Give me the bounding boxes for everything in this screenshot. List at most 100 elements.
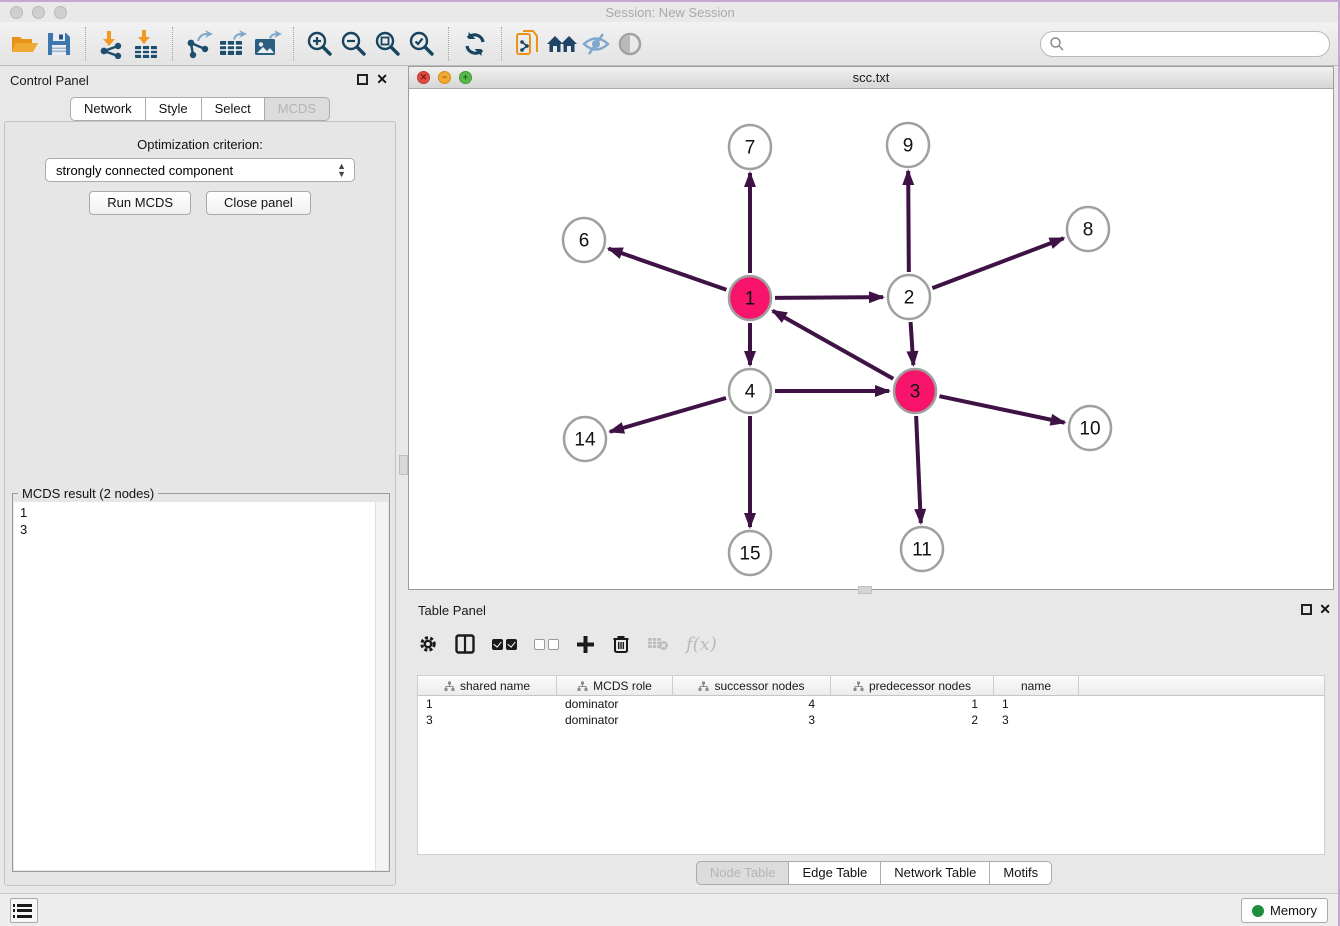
node-10[interactable]: 10 xyxy=(1069,406,1111,450)
tab-style[interactable]: Style xyxy=(145,97,202,121)
tab-motifs[interactable]: Motifs xyxy=(989,861,1052,885)
settings-gear-icon[interactable] xyxy=(418,634,438,654)
tab-select[interactable]: Select xyxy=(201,97,265,121)
cell-predecessor-nodes[interactable]: 2 xyxy=(831,713,994,727)
search-box[interactable] xyxy=(1040,31,1330,57)
node-7[interactable]: 7 xyxy=(729,125,771,169)
memory-label: Memory xyxy=(1270,903,1317,918)
mcds-result-list[interactable]: 1 3 xyxy=(14,502,375,870)
vertical-splitter-handle[interactable] xyxy=(399,455,408,475)
split-view-icon[interactable] xyxy=(455,634,475,654)
column-header-MCDS-role[interactable]: MCDS role xyxy=(557,676,673,696)
cell-successor-nodes[interactable]: 4 xyxy=(673,697,831,711)
delete-column-icon[interactable] xyxy=(612,634,630,654)
search-input[interactable] xyxy=(1065,34,1329,54)
column-header-name[interactable]: name xyxy=(994,676,1079,696)
node-4[interactable]: 4 xyxy=(729,369,771,413)
control-panel: Control Panel ✕ NetworkStyleSelectMCDS O… xyxy=(0,66,400,893)
close-panel-icon[interactable]: ✕ xyxy=(376,72,388,86)
horizontal-splitter-handle[interactable] xyxy=(858,586,872,594)
cell-MCDS-role[interactable]: dominator xyxy=(557,713,673,727)
tab-network-table[interactable]: Network Table xyxy=(880,861,990,885)
node-table[interactable]: shared nameMCDS rolesuccessor nodesprede… xyxy=(417,675,1325,855)
node-table-header: shared nameMCDS rolesuccessor nodesprede… xyxy=(418,676,1324,696)
edge-3-10[interactable] xyxy=(939,396,1064,422)
sort-tree-icon xyxy=(577,681,588,692)
node-label: 15 xyxy=(739,544,760,565)
zoom-selected-icon[interactable] xyxy=(405,27,439,61)
add-column-icon[interactable] xyxy=(576,635,595,654)
refresh-layout-icon[interactable] xyxy=(458,27,492,61)
node-8[interactable]: 8 xyxy=(1067,207,1109,251)
close-table-panel-icon[interactable]: ✕ xyxy=(1319,602,1331,616)
node-label: 11 xyxy=(912,540,932,561)
vertical-splitter[interactable] xyxy=(400,66,408,893)
edge-3-11[interactable] xyxy=(916,416,921,523)
select-all-columns-icon[interactable] xyxy=(492,639,517,650)
gray-eye-icon[interactable] xyxy=(613,27,647,61)
tab-mcds[interactable]: MCDS xyxy=(264,97,330,121)
open-session-icon[interactable] xyxy=(8,27,42,61)
result-scrollbar[interactable] xyxy=(375,502,388,870)
cell-shared-name[interactable]: 1 xyxy=(418,697,557,711)
edge-2-9[interactable] xyxy=(908,171,909,272)
cell-predecessor-nodes[interactable]: 1 xyxy=(831,697,994,711)
tab-node-table[interactable]: Node Table xyxy=(696,861,790,885)
node-9[interactable]: 9 xyxy=(887,123,929,167)
node-14[interactable]: 14 xyxy=(564,417,606,461)
control-panel-title: Control Panel xyxy=(10,73,89,88)
cell-MCDS-role[interactable]: dominator xyxy=(557,697,673,711)
edge-1-6[interactable] xyxy=(609,249,727,290)
window-border-top xyxy=(0,0,1340,2)
memory-button[interactable]: Memory xyxy=(1241,898,1328,923)
network-canvas[interactable]: 7 9 6 8 1 2 4 3 14 10 15 11 xyxy=(409,89,1333,589)
edge-4-14[interactable] xyxy=(610,398,726,432)
tab-network[interactable]: Network xyxy=(70,97,146,121)
export-table-icon[interactable] xyxy=(216,27,250,61)
hide-glyph-icon[interactable] xyxy=(579,27,613,61)
save-session-icon[interactable] xyxy=(42,27,76,61)
float-panel-icon[interactable] xyxy=(357,74,368,85)
node-11[interactable]: 11 xyxy=(901,527,943,571)
column-header-predecessor-nodes[interactable]: predecessor nodes xyxy=(831,676,994,696)
mcds-result-title: MCDS result (2 nodes) xyxy=(18,486,158,501)
node-label: 6 xyxy=(579,231,590,252)
run-mcds-button[interactable]: Run MCDS xyxy=(89,191,191,215)
cell-name[interactable]: 3 xyxy=(994,713,1079,727)
float-table-panel-icon[interactable] xyxy=(1301,604,1312,615)
node-2[interactable]: 2 xyxy=(888,275,930,319)
export-network-icon[interactable] xyxy=(182,27,216,61)
network-graph[interactable]: 7 9 6 8 1 2 4 3 14 10 15 11 xyxy=(409,89,1333,589)
edge-2-8[interactable] xyxy=(932,238,1063,288)
node-3[interactable]: 3 xyxy=(894,369,936,413)
node-1[interactable]: 1 xyxy=(729,276,771,320)
network-window-titlebar[interactable]: ✕ − + scc.txt xyxy=(409,67,1333,89)
zoom-fit-icon[interactable] xyxy=(371,27,405,61)
node-15[interactable]: 15 xyxy=(729,531,771,575)
import-network-icon[interactable] xyxy=(95,27,129,61)
node-6[interactable]: 6 xyxy=(563,218,605,262)
table-row[interactable]: 3dominator323 xyxy=(418,712,1324,728)
edge-3-1[interactable] xyxy=(773,311,894,379)
tab-edge-table[interactable]: Edge Table xyxy=(788,861,881,885)
search-icon xyxy=(1049,36,1065,52)
cell-name[interactable]: 1 xyxy=(994,697,1079,711)
edge-2-3[interactable] xyxy=(911,322,914,365)
optimization-criterion-select[interactable]: strongly connected component ▲▼ xyxy=(45,158,355,182)
export-image-icon[interactable] xyxy=(250,27,284,61)
close-panel-button[interactable]: Close panel xyxy=(206,191,311,215)
zoom-out-icon[interactable] xyxy=(337,27,371,61)
deselect-all-columns-icon[interactable] xyxy=(534,639,559,650)
cell-successor-nodes[interactable]: 3 xyxy=(673,713,831,727)
edge-1-2[interactable] xyxy=(775,297,883,298)
import-table-icon[interactable] xyxy=(129,27,163,61)
column-header-shared-name[interactable]: shared name xyxy=(418,676,557,696)
cell-shared-name[interactable]: 3 xyxy=(418,713,557,727)
table-row[interactable]: 1dominator411 xyxy=(418,696,1324,712)
column-header-successor-nodes[interactable]: successor nodes xyxy=(673,676,831,696)
task-history-button[interactable] xyxy=(10,898,38,923)
zoom-in-icon[interactable] xyxy=(303,27,337,61)
home-pages-icon[interactable] xyxy=(545,27,579,61)
clone-network-icon[interactable] xyxy=(511,27,545,61)
control-panel-tabs: NetworkStyleSelectMCDS xyxy=(0,97,400,121)
